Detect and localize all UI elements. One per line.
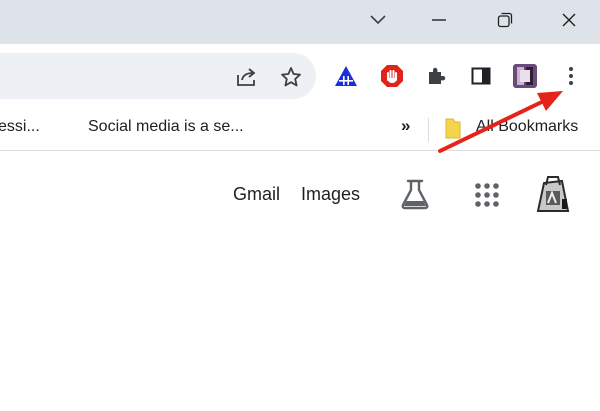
annotation-arrow	[438, 91, 563, 153]
